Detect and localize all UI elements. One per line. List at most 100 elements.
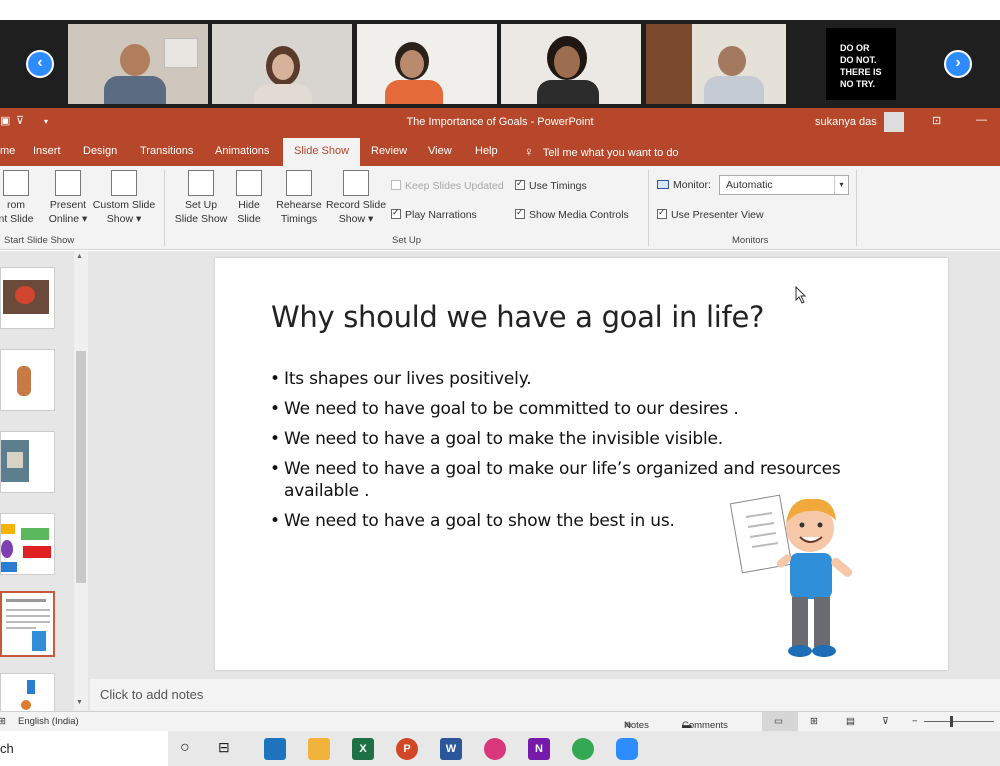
slide-thumbnail[interactable] bbox=[0, 267, 55, 329]
lightbulb-icon: ♀ bbox=[524, 144, 534, 159]
use-timings-checkbox[interactable]: Use Timings bbox=[515, 178, 587, 192]
slide-sorter-view-icon[interactable]: ⊞ bbox=[810, 716, 818, 727]
task-view-icon[interactable]: ⊟ bbox=[218, 739, 230, 756]
quote-line: DO OR bbox=[840, 43, 870, 53]
group-divider bbox=[648, 170, 649, 246]
ribbon: rom nt Slide Present Online ▾ Custom Sli… bbox=[0, 166, 1000, 250]
video-tile-5[interactable] bbox=[646, 24, 786, 104]
onenote-icon[interactable]: N bbox=[528, 738, 550, 760]
set-up-slide-show-button[interactable]: Set Up Slide Show bbox=[172, 166, 230, 226]
next-page-button[interactable]: › bbox=[944, 50, 972, 78]
button-label: Present bbox=[49, 199, 87, 211]
button-label: Timings bbox=[280, 213, 318, 225]
cortana-icon[interactable]: ○ bbox=[180, 739, 190, 757]
tab-help[interactable]: Help bbox=[475, 145, 498, 157]
ribbon-tabs: me Insert Design Transitions Animations … bbox=[0, 136, 1000, 166]
normal-view-icon: ▭ bbox=[774, 716, 783, 727]
group-label-set-up: Set Up bbox=[392, 235, 422, 246]
boy-holding-paper-illustration[interactable] bbox=[730, 483, 870, 668]
paint-icon[interactable] bbox=[484, 738, 506, 760]
tab-review[interactable]: Review bbox=[371, 145, 407, 157]
scroll-up-icon[interactable]: ▲ bbox=[76, 253, 83, 260]
tab-home[interactable]: me bbox=[0, 145, 15, 157]
slide-thumbnail[interactable] bbox=[0, 431, 55, 493]
rehearse-timings-button[interactable]: Rehearse Timings bbox=[274, 166, 324, 226]
spellcheck-icon[interactable]: ⊞ bbox=[0, 716, 6, 727]
slide-thumbnail-current[interactable] bbox=[0, 591, 55, 657]
word-icon[interactable]: W bbox=[440, 738, 462, 760]
chrome-icon[interactable] bbox=[572, 738, 594, 760]
windows-taskbar: ch ○ ⊟ X P W N bbox=[0, 731, 1000, 766]
tab-slide-show[interactable]: Slide Show bbox=[283, 138, 361, 166]
thumbnail-scrollbar-thumb[interactable] bbox=[76, 351, 86, 583]
notes-label: Notes bbox=[624, 720, 649, 731]
zoom-slider-thumb[interactable] bbox=[950, 716, 953, 727]
tab-insert[interactable]: Insert bbox=[33, 145, 61, 157]
checkbox-box bbox=[657, 207, 667, 219]
reading-view-icon[interactable]: ▤ bbox=[846, 716, 855, 727]
ribbon-display-options-icon[interactable]: ⊡ bbox=[932, 114, 941, 127]
slide-canvas[interactable]: Why should we have a goal in life? Its s… bbox=[215, 258, 948, 670]
button-label: Show ▾ bbox=[338, 213, 374, 225]
hide-slide-button[interactable]: Hide Slide bbox=[232, 166, 266, 226]
notes-pane[interactable]: Click to add notes bbox=[90, 679, 1000, 711]
mail-icon[interactable] bbox=[264, 738, 286, 760]
tab-view[interactable]: View bbox=[428, 145, 452, 157]
avatar[interactable] bbox=[884, 112, 904, 132]
language-indicator[interactable]: English (India) bbox=[18, 716, 79, 727]
powerpoint-icon[interactable]: P bbox=[396, 738, 418, 760]
group-label-monitors: Monitors bbox=[732, 235, 769, 246]
bullet-item: We need to have a goal to make the invis… bbox=[270, 428, 870, 450]
button-label: Record Slide bbox=[325, 199, 387, 211]
video-tile-quote[interactable]: DO OR DO NOT. THERE IS NO TRY. bbox=[826, 28, 896, 100]
quote-line: THERE IS bbox=[840, 67, 882, 77]
show-media-controls-checkbox[interactable]: Show Media Controls bbox=[515, 207, 629, 221]
slide-thumbnail[interactable] bbox=[0, 349, 55, 411]
from-current-slide-button[interactable]: rom nt Slide bbox=[0, 166, 36, 226]
zoom-slider-track[interactable] bbox=[924, 721, 994, 722]
zoom-icon[interactable] bbox=[616, 738, 638, 760]
slide-title[interactable]: Why should we have a goal in life? bbox=[271, 300, 764, 334]
taskbar-search[interactable]: ch bbox=[0, 731, 168, 766]
monitor-label: Monitor: bbox=[657, 179, 711, 191]
tab-design[interactable]: Design bbox=[83, 145, 117, 157]
present-online-button[interactable]: Present Online ▾ bbox=[46, 166, 90, 226]
tab-animations[interactable]: Animations bbox=[215, 145, 269, 157]
button-label: Online ▾ bbox=[48, 213, 88, 225]
file-explorer-icon[interactable] bbox=[308, 738, 330, 760]
zoom-out-icon[interactable]: − bbox=[912, 716, 918, 727]
monitor-play-icon bbox=[3, 170, 29, 196]
quote-line: NO TRY. bbox=[840, 79, 876, 89]
setup-show-icon bbox=[188, 170, 214, 196]
checkbox-box bbox=[515, 178, 525, 190]
record-slide-show-button[interactable]: Record Slide Show ▾ bbox=[324, 166, 388, 226]
checkbox-box bbox=[515, 207, 525, 219]
slide-show-view-icon[interactable]: ⊽ bbox=[882, 716, 889, 727]
play-narrations-checkbox[interactable]: Play Narrations bbox=[391, 207, 477, 221]
monitor-select[interactable]: Automatic ▾ bbox=[719, 175, 849, 195]
scroll-down-icon[interactable]: ▼ bbox=[76, 699, 83, 706]
search-text: ch bbox=[0, 741, 14, 756]
video-tile-2[interactable] bbox=[212, 24, 352, 104]
video-tile-1[interactable] bbox=[68, 24, 208, 104]
checkbox-box bbox=[391, 207, 401, 219]
video-tile-3[interactable] bbox=[357, 24, 497, 104]
hide-slide-icon bbox=[236, 170, 262, 196]
video-tile-4[interactable] bbox=[501, 24, 641, 104]
minimize-icon[interactable]: — bbox=[976, 114, 987, 126]
button-label: Slide bbox=[237, 213, 261, 225]
excel-icon[interactable]: X bbox=[352, 738, 374, 760]
group-divider bbox=[856, 170, 857, 246]
button-label: Slide Show bbox=[174, 213, 228, 225]
tell-me-search[interactable]: ♀ Tell me what you want to do bbox=[524, 144, 679, 159]
workspace: ▲ ▼ Why should we have a goal in life? I… bbox=[0, 251, 1000, 735]
prev-page-button[interactable]: ‹ bbox=[26, 50, 54, 78]
slide-thumbnails-pane: ▲ ▼ bbox=[0, 251, 90, 735]
custom-slide-show-button[interactable]: Custom Slide Show ▾ bbox=[92, 166, 156, 226]
slide-thumbnail[interactable] bbox=[0, 513, 55, 575]
use-presenter-view-checkbox[interactable]: Use Presenter View bbox=[657, 207, 764, 221]
keep-slides-updated-checkbox: Keep Slides Updated bbox=[391, 180, 504, 192]
user-name[interactable]: sukanya das bbox=[815, 116, 877, 128]
tab-transitions[interactable]: Transitions bbox=[140, 145, 193, 157]
monitor-icon bbox=[657, 180, 669, 189]
